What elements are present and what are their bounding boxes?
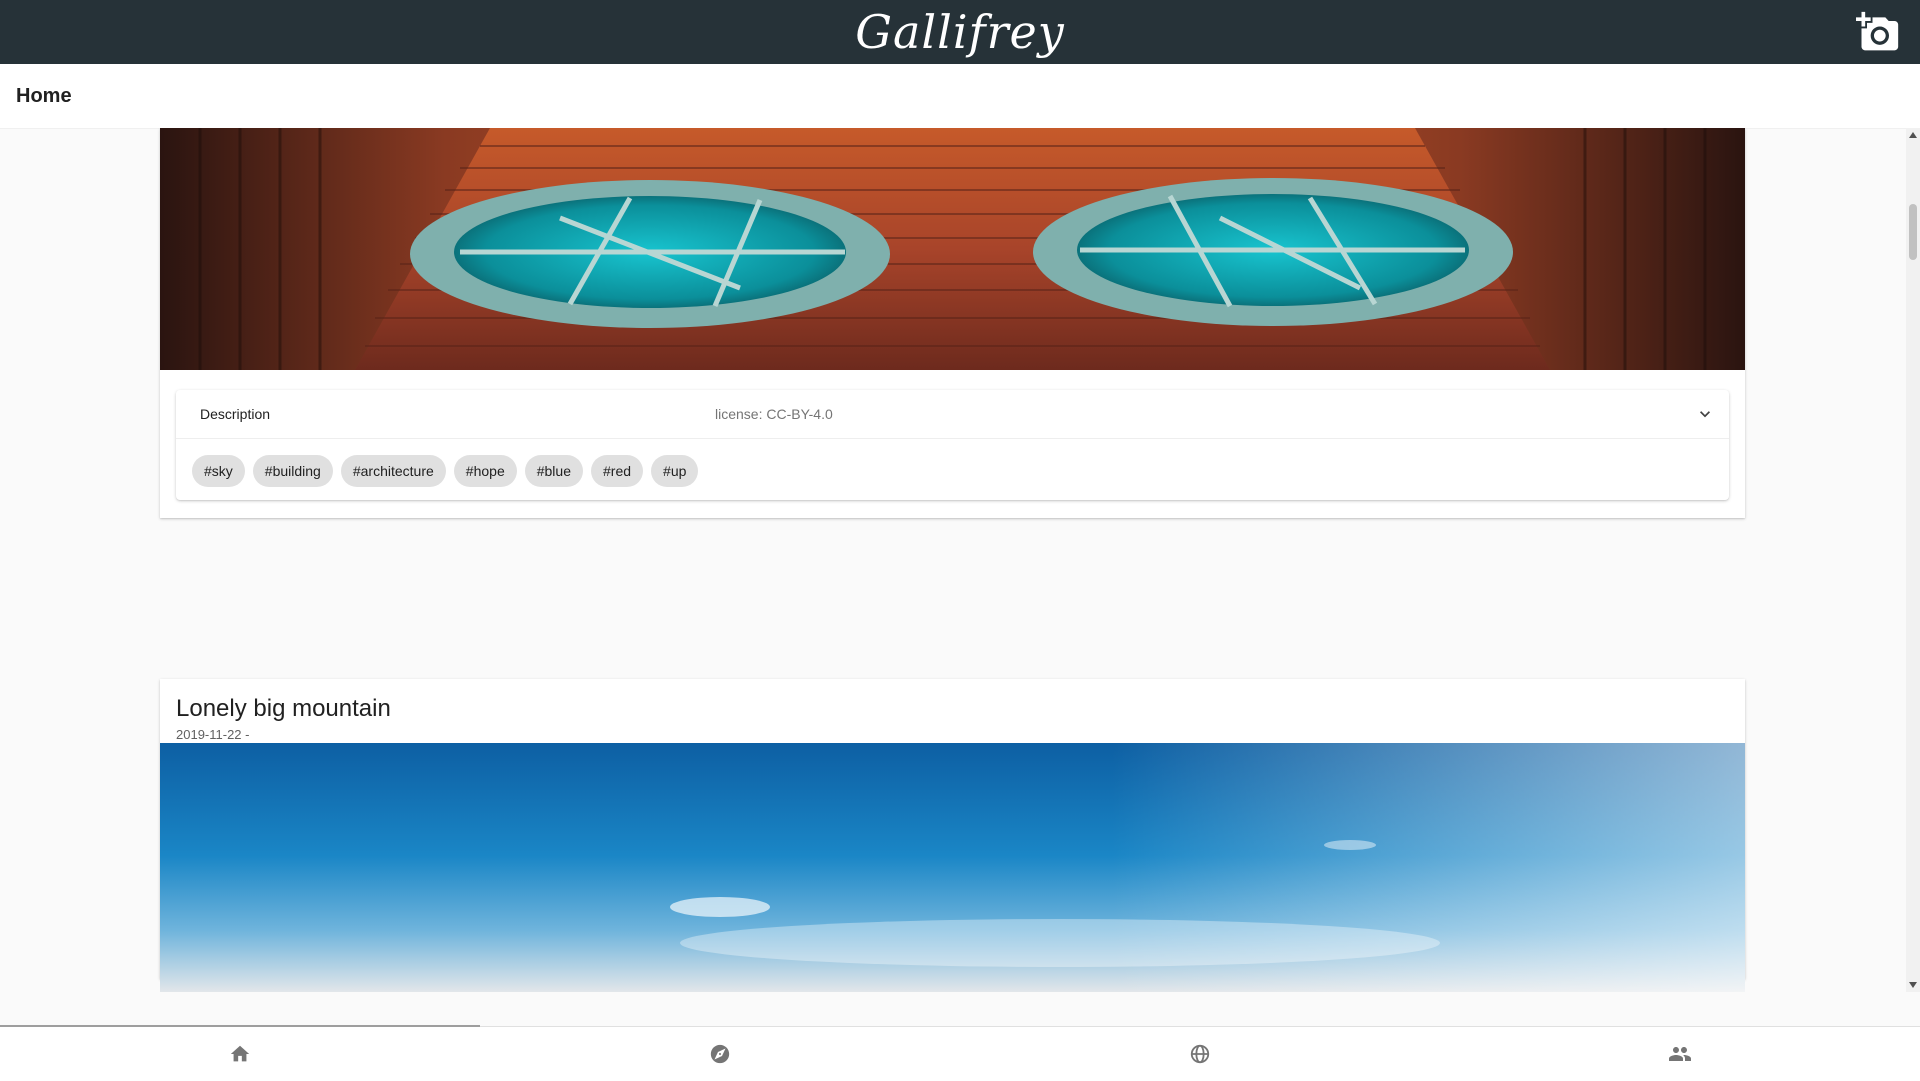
people-icon bbox=[1669, 1047, 1691, 1061]
description-header[interactable]: Description license: CC-BY-4.0 bbox=[176, 390, 1729, 439]
nav-home[interactable] bbox=[0, 1027, 480, 1081]
page-title: Home bbox=[16, 84, 72, 107]
tag-chip[interactable]: #hope bbox=[453, 455, 517, 487]
post-image[interactable] bbox=[160, 743, 1745, 992]
tag-chip[interactable]: #building bbox=[252, 455, 333, 487]
description-label: Description bbox=[200, 406, 271, 422]
globe-icon bbox=[1190, 1044, 1210, 1064]
scrollbar[interactable] bbox=[1906, 128, 1920, 992]
post-date: 2019-11-22 - bbox=[176, 727, 250, 742]
add-a-photo-icon bbox=[1856, 11, 1899, 51]
add-photo-button[interactable] bbox=[1854, 8, 1902, 56]
scroll-up-arrow[interactable] bbox=[1906, 128, 1920, 142]
nav-public[interactable] bbox=[960, 1027, 1440, 1081]
feed: Description license: CC-BY-4.0 #sky #bui… bbox=[0, 128, 1906, 992]
tag-chip[interactable]: #blue bbox=[524, 455, 583, 487]
tag-list: #sky #building #architecture #hope #blue… bbox=[192, 455, 699, 487]
post-title: Lonely big mountain bbox=[176, 695, 391, 722]
explore-icon bbox=[710, 1044, 730, 1064]
scroll-down-arrow[interactable] bbox=[1906, 978, 1920, 992]
home-icon bbox=[230, 1045, 250, 1062]
sub-toolbar: Home bbox=[0, 64, 1920, 128]
brand-logo: Gallifrey bbox=[855, 5, 1065, 59]
post-image[interactable] bbox=[160, 128, 1745, 370]
post-card: Lonely big mountain 2019-11-22 - bbox=[160, 679, 1745, 992]
nav-people[interactable] bbox=[1440, 1027, 1920, 1081]
tag-chip[interactable]: #up bbox=[651, 455, 699, 487]
license-text: license: CC-BY-4.0 bbox=[715, 406, 833, 422]
post-card: Description license: CC-BY-4.0 #sky #bui… bbox=[160, 128, 1745, 518]
tag-chip[interactable]: #architecture bbox=[340, 455, 446, 487]
arrow-up-icon bbox=[1909, 132, 1917, 138]
arrow-down-icon bbox=[1909, 982, 1917, 988]
chevron-down-icon[interactable] bbox=[1695, 404, 1715, 424]
tag-chip[interactable]: #sky bbox=[192, 455, 245, 487]
active-tab-indicator bbox=[0, 1025, 480, 1027]
tag-chip[interactable]: #red bbox=[591, 455, 644, 487]
nav-explore[interactable] bbox=[480, 1027, 960, 1081]
bottom-navigation bbox=[0, 1025, 1920, 1081]
scroll-thumb[interactable] bbox=[1909, 204, 1917, 260]
app-bar: Gallifrey bbox=[0, 0, 1920, 64]
description-panel: Description license: CC-BY-4.0 #sky #bui… bbox=[176, 390, 1729, 500]
